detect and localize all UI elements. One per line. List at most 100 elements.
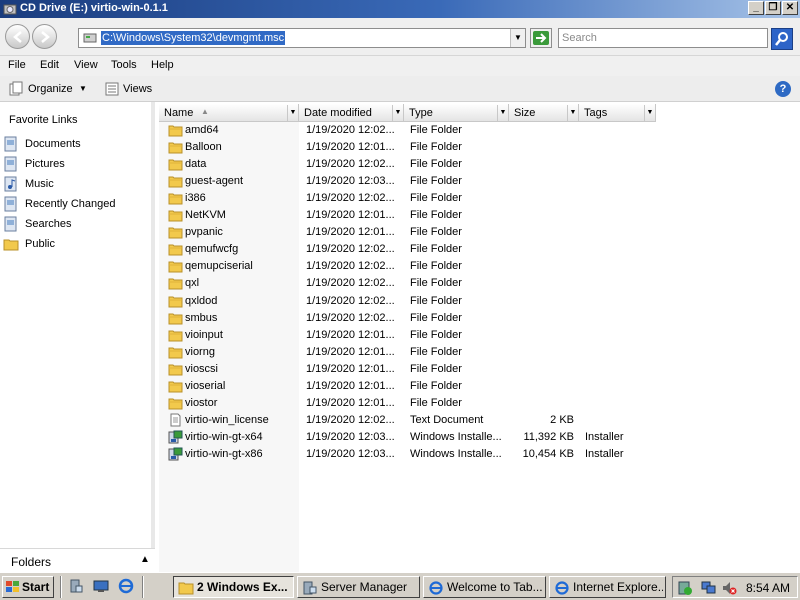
file-type: File Folder: [410, 362, 462, 375]
file-name: NetKVM: [185, 209, 226, 222]
menu-view[interactable]: View: [74, 59, 98, 71]
restore-button[interactable]: ❐: [765, 1, 781, 15]
favorite-link-label: Music: [25, 178, 54, 190]
server-manager-quicklaunch-icon[interactable]: [68, 578, 84, 594]
views-button[interactable]: Views: [104, 81, 164, 97]
organize-button[interactable]: Organize ▼: [8, 81, 90, 97]
column-header-tags[interactable]: Tags ▼: [579, 104, 656, 122]
file-row[interactable]: amd64 1/19/2020 12:02... File Folder: [159, 122, 659, 139]
file-date-modified: 1/19/2020 12:02...: [306, 413, 395, 426]
address-bar[interactable]: C:\Windows\System32\devmgmt.msc ▼: [78, 28, 526, 48]
forward-button[interactable]: [32, 24, 57, 49]
folder-icon: [168, 142, 183, 154]
network-icon[interactable]: [701, 580, 717, 596]
folder-icon: [168, 330, 183, 342]
file-row[interactable]: pvpanic 1/19/2020 12:01... File Folder: [159, 224, 659, 241]
menu-bar: File Edit View Tools Help: [0, 56, 800, 76]
column-header-size[interactable]: Size ▼: [509, 104, 579, 122]
clock[interactable]: 8:54 AM: [746, 581, 790, 595]
file-row[interactable]: virtio-win-gt-x64 1/19/2020 12:03... Windo…: [159, 429, 659, 446]
column-header-date-modified[interactable]: Date modified ▼: [299, 104, 404, 122]
file-size: 11,392 KB: [523, 430, 574, 443]
help-button[interactable]: ?: [775, 81, 791, 97]
security-shield-icon[interactable]: [677, 580, 693, 596]
taskbar-divider: [60, 576, 62, 598]
menu-edit[interactable]: Edit: [40, 59, 59, 71]
column-filter-dropdown[interactable]: ▼: [644, 105, 655, 121]
searches-icon: [4, 216, 17, 232]
file-name: virtio-win-gt-x64: [185, 430, 263, 443]
file-row[interactable]: qemupciserial 1/19/2020 12:02... File Fold…: [159, 258, 659, 275]
file-name: viostor: [185, 396, 218, 409]
folder-icon: [168, 313, 183, 325]
favorite-link-recently-changed[interactable]: Recently Changed: [3, 196, 153, 212]
go-button[interactable]: [530, 28, 552, 48]
file-row[interactable]: virtio-win_license 1/19/2020 12:02... Text…: [159, 412, 659, 429]
file-name: qxldod: [185, 294, 218, 307]
folders-toggle[interactable]: Folders ▲: [0, 548, 155, 572]
column-filter-dropdown[interactable]: ▼: [497, 105, 508, 121]
favorite-link-music[interactable]: Music: [3, 176, 153, 192]
favorite-link-documents[interactable]: Documents: [3, 136, 153, 152]
search-button[interactable]: [771, 28, 793, 50]
menu-file[interactable]: File: [8, 59, 26, 71]
file-date-modified: 1/19/2020 12:02...: [306, 311, 395, 324]
favorite-link-label: Documents: [25, 138, 81, 150]
favorite-link-searches[interactable]: Searches: [3, 216, 153, 232]
file-row[interactable]: vioscsi 1/19/2020 12:01... File Folder: [159, 361, 659, 378]
taskbar-button-2[interactable]: Server Manager: [297, 576, 420, 598]
file-name: guest-agent: [185, 175, 244, 188]
minimize-button[interactable]: _: [748, 1, 764, 15]
volume-muted-icon[interactable]: [721, 580, 737, 596]
taskbar-button-3[interactable]: Welcome to Tab...: [423, 576, 546, 598]
file-row[interactable]: qxl 1/19/2020 12:02... File Folder: [159, 275, 659, 292]
file-row[interactable]: NetKVM 1/19/2020 12:01... File Folder: [159, 207, 659, 224]
file-row[interactable]: smbus 1/19/2020 12:02... File Folder: [159, 310, 659, 327]
column-header-name[interactable]: Name ▲ ▼: [159, 104, 299, 122]
favorite-link-public[interactable]: Public: [3, 236, 153, 252]
file-row[interactable]: qxldod 1/19/2020 12:02... File Folder: [159, 293, 659, 310]
address-dropdown-button[interactable]: ▼: [510, 29, 525, 47]
file-row[interactable]: viostor 1/19/2020 12:01... File Folder: [159, 395, 659, 412]
column-filter-dropdown[interactable]: ▼: [392, 105, 403, 121]
file-row[interactable]: Balloon 1/19/2020 12:01... File Folder: [159, 139, 659, 156]
documents-icon: [4, 136, 17, 152]
start-button[interactable]: Start: [2, 576, 54, 598]
favorite-link-pictures[interactable]: Pictures: [3, 156, 153, 172]
search-input[interactable]: Search: [558, 28, 768, 48]
favorite-link-label: Public: [25, 238, 55, 250]
file-type: File Folder: [410, 141, 462, 154]
file-row[interactable]: vioserial 1/19/2020 12:01... File Folder: [159, 378, 659, 395]
taskbar-button-1[interactable]: 2 Windows Ex...: [173, 576, 294, 598]
file-row[interactable]: data 1/19/2020 12:02... File Folder: [159, 156, 659, 173]
file-row[interactable]: vioinput 1/19/2020 12:01... File Folder: [159, 327, 659, 344]
menu-help[interactable]: Help: [151, 59, 174, 71]
internet-explorer-quicklaunch-icon[interactable]: [118, 578, 134, 594]
drive-icon: [83, 33, 97, 43]
file-name: qemufwcfg: [185, 243, 239, 256]
column-header-type[interactable]: Type ▼: [404, 104, 509, 122]
show-desktop-icon[interactable]: [93, 578, 109, 594]
address-text[interactable]: C:\Windows\System32\devmgmt.msc: [101, 31, 286, 45]
menu-tools[interactable]: Tools: [111, 59, 137, 71]
taskbar-button-4[interactable]: Internet Explore...: [549, 576, 666, 598]
file-name: virtio-win-gt-x86: [185, 447, 263, 460]
close-button[interactable]: ✕: [782, 1, 798, 15]
file-row[interactable]: qemufwcfg 1/19/2020 12:02... File Folder: [159, 241, 659, 258]
file-row[interactable]: viorng 1/19/2020 12:01... File Folder: [159, 344, 659, 361]
file-date-modified: 1/19/2020 12:01...: [306, 141, 395, 154]
column-filter-dropdown[interactable]: ▼: [287, 105, 298, 121]
column-headers: Name ▲ ▼ Date modified ▼ Type ▼ Size ▼ T…: [159, 104, 659, 122]
folder-icon: [168, 381, 183, 393]
file-row[interactable]: i386 1/19/2020 12:02... File Folder: [159, 190, 659, 207]
file-row[interactable]: guest-agent 1/19/2020 12:03... File Folder: [159, 173, 659, 190]
organize-label: Organize: [28, 83, 73, 95]
file-type: File Folder: [410, 124, 462, 136]
favorite-link-label: Recently Changed: [25, 198, 116, 210]
back-button[interactable]: [5, 24, 30, 49]
file-list-pane[interactable]: Name ▲ ▼ Date modified ▼ Type ▼ Size ▼ T…: [159, 102, 800, 572]
file-type: File Folder: [410, 158, 462, 171]
column-filter-dropdown[interactable]: ▼: [567, 105, 578, 121]
file-row[interactable]: virtio-win-gt-x86 1/19/2020 12:03... Windo…: [159, 446, 659, 463]
title-bar[interactable]: CD Drive (E:) virtio-win-0.1.1 _ ❐ ✕: [0, 0, 800, 18]
